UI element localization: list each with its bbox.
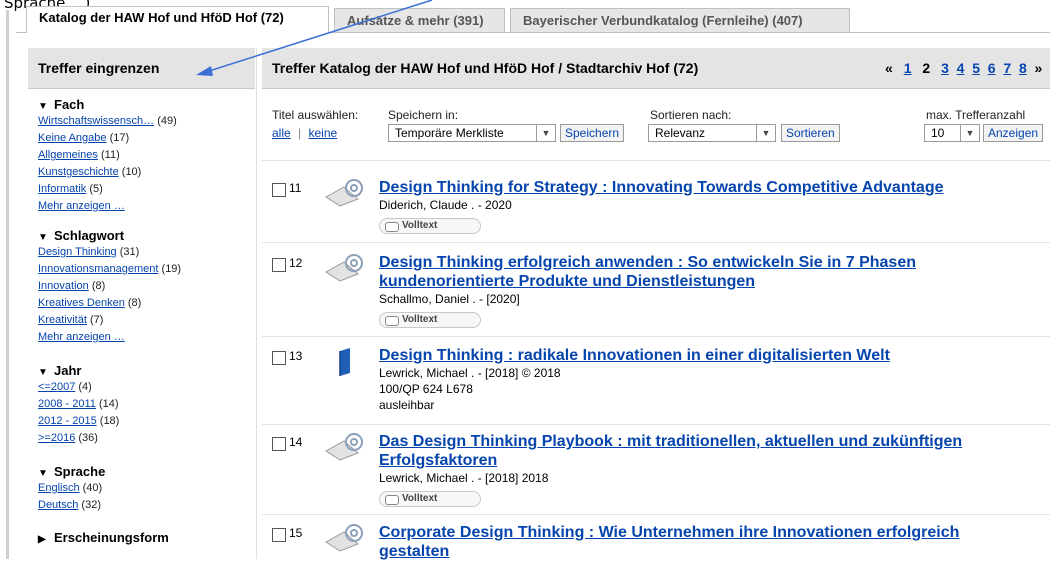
result-title-link[interactable]: Design Thinking erfolgreich anwenden : S… (379, 253, 1029, 291)
select-links: alle | keine (272, 126, 338, 140)
online-resource-icon (325, 254, 363, 282)
chevron-down-icon: ▼ (960, 125, 979, 141)
result-checkbox[interactable] (272, 437, 286, 451)
fulltext-button[interactable]: Volltext (379, 218, 481, 234)
chevron-down-icon: ▼ (536, 125, 555, 141)
document-icon (385, 222, 399, 232)
result-checkbox[interactable] (272, 258, 286, 272)
document-icon (385, 316, 399, 326)
result-checkbox[interactable] (272, 528, 286, 542)
result-title-link[interactable]: Corporate Design Thinking : Wie Unterneh… (379, 523, 1029, 561)
result-call-number: 100/QP 624 L678 (379, 382, 473, 396)
chevron-down-icon: ▼ (756, 125, 775, 141)
result-number: 13 (289, 349, 303, 363)
select-all-link[interactable]: alle (272, 126, 291, 140)
save-target-select[interactable]: Temporäre Merkliste ▼ (388, 124, 556, 142)
result-number: 11 (289, 181, 302, 195)
annotation-arrow-line (205, 0, 433, 73)
max-results-label: max. Trefferanzahl (926, 108, 1026, 122)
fulltext-button[interactable]: Volltext (379, 312, 481, 328)
result-number: 12 (289, 256, 303, 270)
document-icon (385, 495, 399, 505)
select-none-link[interactable]: keine (309, 126, 338, 140)
sort-button[interactable]: Sortieren (781, 124, 840, 142)
result-meta: Schallmo, Daniel . - [2020] (379, 292, 520, 306)
save-label: Speichern in: (388, 108, 459, 122)
result-checkbox[interactable] (272, 183, 286, 197)
result-meta: Diderich, Claude . - 2020 (379, 198, 512, 212)
result-divider (262, 514, 1050, 515)
sort-select[interactable]: Relevanz ▼ (648, 124, 776, 142)
save-button[interactable]: Speichern (560, 124, 625, 142)
result-number: 15 (289, 526, 303, 540)
result-meta: Lewrick, Michael . - [2018] 2018 (379, 471, 549, 485)
result-title-link[interactable]: Design Thinking : radikale Innovationen … (379, 346, 1029, 365)
online-resource-icon (325, 524, 363, 552)
select-label: Titel auswählen: (272, 108, 359, 122)
result-meta: Lewrick, Michael . - [2018] © 2018 (379, 366, 561, 380)
book-icon (339, 348, 350, 376)
result-divider (262, 336, 1050, 337)
controls-divider (262, 160, 1050, 161)
fulltext-button[interactable]: Volltext (379, 491, 481, 507)
online-resource-icon (325, 179, 363, 207)
online-resource-icon (325, 433, 363, 461)
result-number: 14 (289, 435, 303, 449)
sort-label: Sortieren nach: (650, 108, 732, 122)
result-availability: ausleihbar (379, 398, 435, 412)
result-title-link[interactable]: Das Design Thinking Playbook : mit tradi… (379, 432, 1029, 470)
result-divider (262, 242, 1050, 243)
max-results-select[interactable]: 10 ▼ (924, 124, 980, 142)
result-title-link[interactable]: Design Thinking for Strategy : Innovatin… (379, 178, 1029, 197)
result-checkbox[interactable] (272, 351, 286, 365)
show-button[interactable]: Anzeigen (983, 124, 1044, 142)
result-divider (262, 424, 1050, 425)
annotation-arrow-head (196, 66, 213, 76)
